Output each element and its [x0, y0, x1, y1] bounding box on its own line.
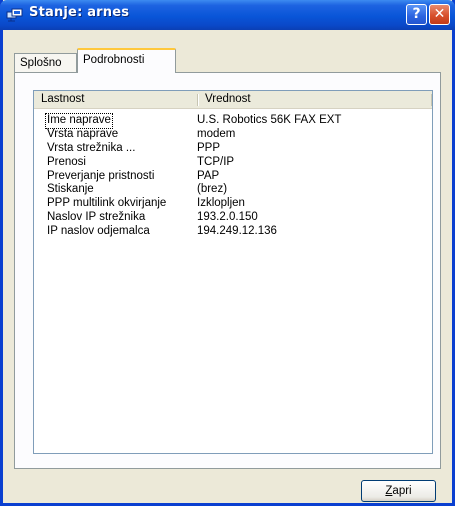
column-header-value[interactable]: Vrednost [198, 91, 432, 108]
list-rows: Ime naprave U.S. Robotics 56K FAX EXT Vr… [34, 113, 432, 239]
property-name: Ime naprave [45, 113, 113, 129]
property-value: PAP [197, 169, 220, 182]
property-value: TCP/IP [197, 155, 235, 168]
list-item[interactable]: Preverjanje pristnosti PAP [34, 170, 432, 184]
property-value: (brez) [197, 183, 228, 196]
list-header: Lastnost Vrednost [34, 91, 432, 109]
list-item[interactable]: Ime naprave U.S. Robotics 56K FAX EXT [34, 113, 432, 129]
property-name: Preverjanje pristnosti [47, 169, 155, 182]
tab-label: Podrobnosti [83, 54, 145, 66]
property-name: Stiskanje [47, 183, 94, 196]
close-button[interactable]: Zapri [361, 480, 436, 502]
close-button-label: apri [392, 485, 412, 497]
help-icon: ? [412, 6, 421, 22]
property-value: U.S. Robotics 56K FAX EXT [197, 114, 342, 126]
network-connection-icon [6, 8, 23, 22]
property-name: IP naslov odjemalca [47, 225, 150, 238]
tab-label: Splošno [20, 57, 62, 69]
property-value: Izklopljen [197, 197, 245, 210]
window-title: Stanje: arnes [29, 5, 130, 20]
help-button[interactable]: ? [406, 4, 427, 25]
list-item[interactable]: IP naslov odjemalca 194.249.12.136 [34, 225, 432, 239]
property-name: PPP multilink okvirjanje [47, 197, 167, 210]
property-value: 193.2.0.150 [197, 211, 258, 224]
property-name: Vrsta strežnika ... [47, 141, 136, 154]
property-value: PPP [197, 141, 221, 154]
list-item[interactable]: Prenosi TCP/IP [34, 156, 432, 170]
list-item[interactable]: Stiskanje (brez) [34, 183, 432, 197]
property-name: Naslov IP strežnika [47, 211, 146, 224]
list-item[interactable]: PPP multilink okvirjanje Izklopljen [34, 197, 432, 211]
property-value: modem [197, 127, 236, 140]
column-divider[interactable] [431, 94, 432, 106]
details-list[interactable]: Lastnost Vrednost Ime naprave U.S. Robot… [33, 90, 433, 454]
column-header-property[interactable]: Lastnost [34, 91, 197, 108]
property-value: 194.249.12.136 [197, 225, 277, 238]
list-item[interactable]: Vrsta naprave modem [34, 128, 432, 142]
list-item[interactable]: Vrsta strežnika ... PPP [34, 142, 432, 156]
tab-general[interactable]: Splošno [14, 53, 77, 72]
property-name: Vrsta naprave [47, 127, 119, 140]
title-bar[interactable]: Stanje: arnes ? ✕ [0, 0, 455, 30]
tab-details[interactable]: Podrobnosti [77, 48, 176, 73]
close-icon: ✕ [433, 6, 446, 22]
close-window-button[interactable]: ✕ [429, 4, 450, 25]
property-name: Prenosi [47, 155, 86, 168]
list-item[interactable]: Naslov IP strežnika 193.2.0.150 [34, 211, 432, 225]
